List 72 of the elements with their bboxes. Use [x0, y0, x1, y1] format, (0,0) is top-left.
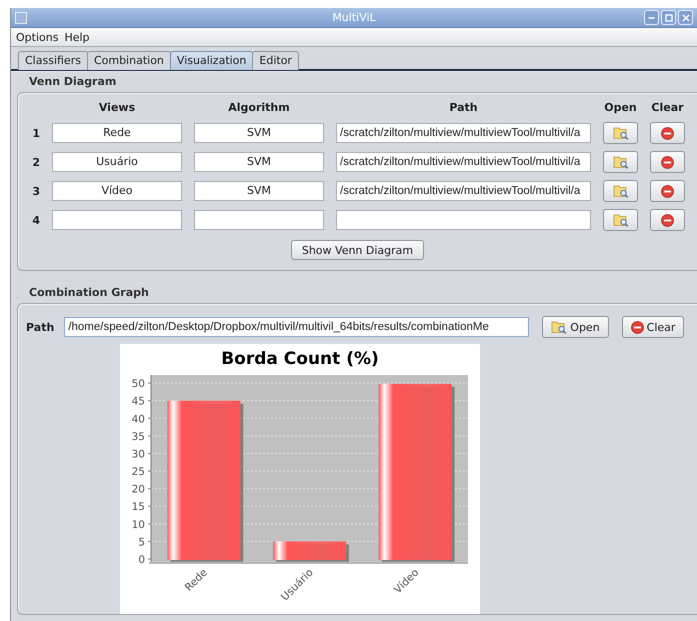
tab[interactable]: Visualization: [170, 51, 254, 70]
window-icon: [15, 12, 27, 24]
tick-label: 35: [132, 430, 145, 443]
close-button[interactable]: [678, 10, 693, 26]
path-field[interactable]: /home/speed/zilton/Desktop/Dropbox/multivil/multivil_64bits/results/combinationMe: [64, 317, 530, 337]
tick-label: 0: [138, 554, 145, 566]
tick-label: 40: [132, 413, 145, 426]
input-field[interactable]: Rede: [52, 123, 182, 143]
tick-label: 5: [138, 536, 145, 548]
row-number: 1: [31, 126, 40, 140]
minimize-button[interactable]: [644, 10, 659, 26]
path-label: Path: [26, 320, 54, 334]
minimize-icon: [648, 16, 655, 19]
folder-search-icon: [612, 184, 628, 198]
open-button[interactable]: [603, 180, 638, 202]
open-button[interactable]: [603, 151, 638, 173]
open-button[interactable]: Open: [542, 316, 609, 338]
tab[interactable]: Classifiers: [18, 51, 88, 70]
folder-search-icon: [551, 320, 568, 334]
chart-title: Borda Count (%): [221, 349, 379, 369]
input-field[interactable]: [336, 210, 591, 230]
section-title: Venn Diagram: [28, 74, 118, 90]
remove-icon: [661, 184, 674, 198]
row-number: 4: [31, 214, 40, 226]
maximize-icon: [664, 14, 672, 22]
menu-item[interactable]: Help: [60, 30, 92, 44]
clear-button[interactable]: Clear: [622, 316, 684, 338]
input-field[interactable]: /scratch/zilton/multiview/multiviewTool/multivil/a: [336, 123, 591, 143]
open-button[interactable]: [603, 209, 638, 231]
tick-label: 30: [132, 448, 145, 460]
column-header: Clear: [650, 101, 685, 115]
row-number: 3: [31, 184, 40, 198]
input-field[interactable]: Usuário: [52, 152, 182, 172]
remove-icon: [661, 214, 674, 226]
clear-button[interactable]: [650, 151, 685, 173]
input-field[interactable]: [52, 210, 182, 230]
menu-item[interactable]: Options: [12, 30, 60, 44]
tick-label: 45: [132, 396, 145, 408]
window-title: MultiViL: [331, 11, 377, 24]
tab[interactable]: Combination: [86, 51, 171, 70]
remove-icon: [661, 126, 674, 140]
column-header: Path: [448, 101, 479, 115]
tab[interactable]: Editor: [252, 51, 299, 70]
column-header: Algorithm: [227, 101, 291, 115]
tick-label: 25: [132, 466, 145, 478]
folder-search-icon: [612, 126, 628, 140]
input-field[interactable]: /scratch/zilton/multiview/multiviewTool/multivil/a: [336, 152, 591, 172]
input-field[interactable]: /scratch/zilton/multiview/multiviewTool/multivil/a: [336, 181, 591, 201]
input-field[interactable]: Vídeo: [52, 181, 182, 201]
input-field[interactable]: [194, 210, 324, 230]
open-button[interactable]: [603, 122, 638, 144]
input-field[interactable]: SVM: [194, 181, 324, 201]
remove-icon: [661, 156, 674, 168]
show-venn-diagram-button[interactable]: Show Venn Diagram: [290, 240, 424, 260]
clear-button[interactable]: [650, 209, 685, 231]
input-field[interactable]: SVM: [194, 123, 324, 143]
folder-search-icon: [612, 213, 628, 227]
close-icon: [682, 14, 690, 22]
tick-label: 50: [132, 378, 145, 390]
remove-icon: [630, 320, 644, 334]
clear-button[interactable]: [650, 122, 685, 144]
column-header: Views: [98, 101, 136, 115]
input-field[interactable]: SVM: [194, 152, 324, 172]
tick-label: 10: [132, 518, 145, 531]
folder-search-icon: [612, 155, 628, 169]
clear-button[interactable]: [650, 180, 685, 202]
row-number: 2: [31, 156, 40, 168]
section-title: Combination Graph: [28, 285, 150, 301]
tick-label: 20: [132, 484, 145, 496]
tick-label: 15: [132, 501, 145, 514]
column-header: Open: [603, 101, 638, 115]
maximize-button[interactable]: [661, 10, 676, 26]
